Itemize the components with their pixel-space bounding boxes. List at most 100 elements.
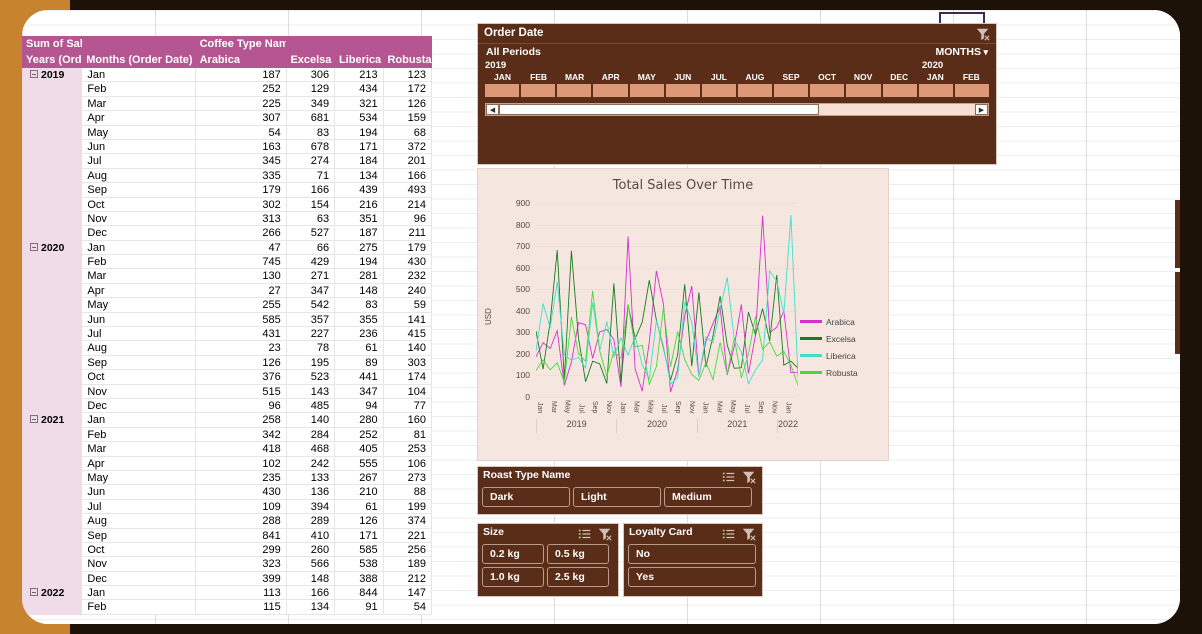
pivot-value-cell[interactable]: 841 xyxy=(196,529,287,543)
pivot-value-cell[interactable]: 335 xyxy=(196,169,287,183)
table-row[interactable]: Oct302154216214 xyxy=(22,198,432,212)
pivot-value-cell[interactable]: 542 xyxy=(287,298,335,312)
pivot-value-cell[interactable]: 134 xyxy=(335,169,383,183)
table-row[interactable]: Sep841410171221 xyxy=(22,529,432,543)
pivot-value-cell[interactable]: 303 xyxy=(384,356,432,370)
pivot-value-cell[interactable]: 410 xyxy=(287,529,335,543)
year-collapse-icon[interactable]: − xyxy=(30,588,38,596)
pivot-month-cell[interactable]: Sep xyxy=(82,529,195,543)
table-row[interactable]: Jul10939461199 xyxy=(22,500,432,514)
pivot-value-cell[interactable]: 441 xyxy=(335,370,383,384)
pivot-value-cell[interactable]: 68 xyxy=(384,126,432,140)
pivot-value-cell[interactable]: 376 xyxy=(196,370,287,384)
pivot-value-cell[interactable]: 281 xyxy=(335,269,383,283)
pivot-month-cell[interactable]: Oct xyxy=(82,198,195,212)
year-collapse-icon[interactable]: − xyxy=(30,415,38,423)
pivot-value-cell[interactable]: 148 xyxy=(287,572,335,586)
table-row[interactable]: Feb34228425281 xyxy=(22,428,432,442)
pivot-month-cell[interactable]: Dec xyxy=(82,572,195,586)
pivot-value-cell[interactable]: 351 xyxy=(335,212,383,226)
pivot-value-cell[interactable]: 63 xyxy=(287,212,335,226)
table-row[interactable]: Jul431227236415 xyxy=(22,327,432,341)
pivot-month-cell[interactable]: Dec xyxy=(82,399,195,413)
table-row[interactable]: Apr27347148240 xyxy=(22,284,432,298)
pivot-value-cell[interactable]: 515 xyxy=(196,385,287,399)
pivot-value-cell[interactable]: 104 xyxy=(384,385,432,399)
pivot-value-cell[interactable]: 81 xyxy=(384,428,432,442)
pivot-value-cell[interactable]: 399 xyxy=(196,572,287,586)
pivot-value-cell[interactable]: 347 xyxy=(287,284,335,298)
pivot-value-cell[interactable]: 227 xyxy=(287,327,335,341)
pivot-value-cell[interactable]: 187 xyxy=(196,68,287,82)
slicer-roast-type-name[interactable]: Roast Type Name DarkLightMedium xyxy=(477,466,763,515)
year-collapse-icon[interactable]: − xyxy=(30,70,38,78)
pivot-value-cell[interactable]: 214 xyxy=(384,198,432,212)
pivot-value-cell[interactable]: 345 xyxy=(196,154,287,168)
pivot-value-cell[interactable]: 275 xyxy=(335,241,383,255)
table-row[interactable]: Mar418468405253 xyxy=(22,442,432,456)
funnel-clear-icon[interactable] xyxy=(742,470,756,484)
pivot-value-cell[interactable]: 321 xyxy=(335,97,383,111)
pivot-value-cell[interactable]: 143 xyxy=(287,385,335,399)
pivot-value-cell[interactable]: 211 xyxy=(384,226,432,240)
pivot-year-cell[interactable] xyxy=(22,385,82,399)
pivot-year-cell[interactable] xyxy=(22,111,82,125)
table-row[interactable]: May548319468 xyxy=(22,126,432,140)
table-row[interactable]: Sep179166439493 xyxy=(22,183,432,197)
pivot-year-cell[interactable] xyxy=(22,356,82,370)
pivot-value-cell[interactable]: 240 xyxy=(384,284,432,298)
pivot-value-cell[interactable]: 394 xyxy=(287,500,335,514)
pivot-value-cell[interactable]: 210 xyxy=(335,485,383,499)
table-row[interactable]: Nov515143347104 xyxy=(22,385,432,399)
timeline-month-bar[interactable] xyxy=(919,84,953,97)
table-row[interactable]: Dec964859477 xyxy=(22,399,432,413)
table-row[interactable]: −2022Jan113166844147 xyxy=(22,586,432,600)
pivot-value-cell[interactable]: 199 xyxy=(384,500,432,514)
table-row[interactable]: Jun163678171372 xyxy=(22,140,432,154)
table-row[interactable]: May235133267273 xyxy=(22,471,432,485)
pivot-month-cell[interactable]: Apr xyxy=(82,111,195,125)
pivot-year-cell[interactable] xyxy=(22,183,82,197)
pivot-value-cell[interactable]: 678 xyxy=(287,140,335,154)
pivot-value-cell[interactable]: 388 xyxy=(335,572,383,586)
pivot-value-cell[interactable]: 289 xyxy=(287,514,335,528)
pivot-value-cell[interactable]: 78 xyxy=(287,341,335,355)
pivot-value-cell[interactable]: 523 xyxy=(287,370,335,384)
pivot-month-cell[interactable]: Nov xyxy=(82,212,195,226)
pivot-year-cell[interactable] xyxy=(22,327,82,341)
pivot-value-cell[interactable]: 681 xyxy=(287,111,335,125)
scroll-left-arrow[interactable]: ◀ xyxy=(486,104,499,115)
slicer-item[interactable]: Dark xyxy=(482,487,570,507)
pivot-value-cell[interactable]: 83 xyxy=(287,126,335,140)
order-date-timeline-slicer[interactable]: Order Date All Periods MONTHS 20192020 J… xyxy=(477,23,997,165)
table-row[interactable]: Apr307681534159 xyxy=(22,111,432,125)
pivot-value-cell[interactable]: 468 xyxy=(287,442,335,456)
pivot-value-cell[interactable]: 429 xyxy=(287,255,335,269)
pivot-year-cell[interactable] xyxy=(22,514,82,528)
pivot-month-cell[interactable]: May xyxy=(82,126,195,140)
pivot-value-cell[interactable]: 88 xyxy=(384,485,432,499)
pivot-month-cell[interactable]: Dec xyxy=(82,226,195,240)
pivot-value-cell[interactable]: 252 xyxy=(196,82,287,96)
pivot-value-cell[interactable]: 349 xyxy=(287,97,335,111)
slicer-item[interactable]: Yes xyxy=(628,567,756,587)
pivot-value-cell[interactable]: 172 xyxy=(384,82,432,96)
pivot-value-cell[interactable]: 179 xyxy=(384,241,432,255)
table-row[interactable]: Oct376523441174 xyxy=(22,370,432,384)
pivot-value-cell[interactable]: 134 xyxy=(287,600,335,614)
pivot-value-cell[interactable]: 434 xyxy=(335,82,383,96)
pivot-value-cell[interactable]: 405 xyxy=(335,442,383,456)
pivot-month-cell[interactable]: Jun xyxy=(82,313,195,327)
pivot-month-cell[interactable]: Feb xyxy=(82,600,195,614)
pivot-value-cell[interactable]: 431 xyxy=(196,327,287,341)
pivot-value-cell[interactable]: 141 xyxy=(384,313,432,327)
pivot-year-cell[interactable]: −2019 xyxy=(22,68,82,82)
timeline-month-bars[interactable] xyxy=(478,82,996,99)
pivot-value-cell[interactable]: 225 xyxy=(196,97,287,111)
pivot-value-cell[interactable]: 307 xyxy=(196,111,287,125)
pivot-value-cell[interactable]: 163 xyxy=(196,140,287,154)
pivot-year-cell[interactable] xyxy=(22,82,82,96)
table-row[interactable]: Jul345274184201 xyxy=(22,154,432,168)
pivot-month-cell[interactable]: Mar xyxy=(82,269,195,283)
timeline-month-bar[interactable] xyxy=(666,84,700,97)
